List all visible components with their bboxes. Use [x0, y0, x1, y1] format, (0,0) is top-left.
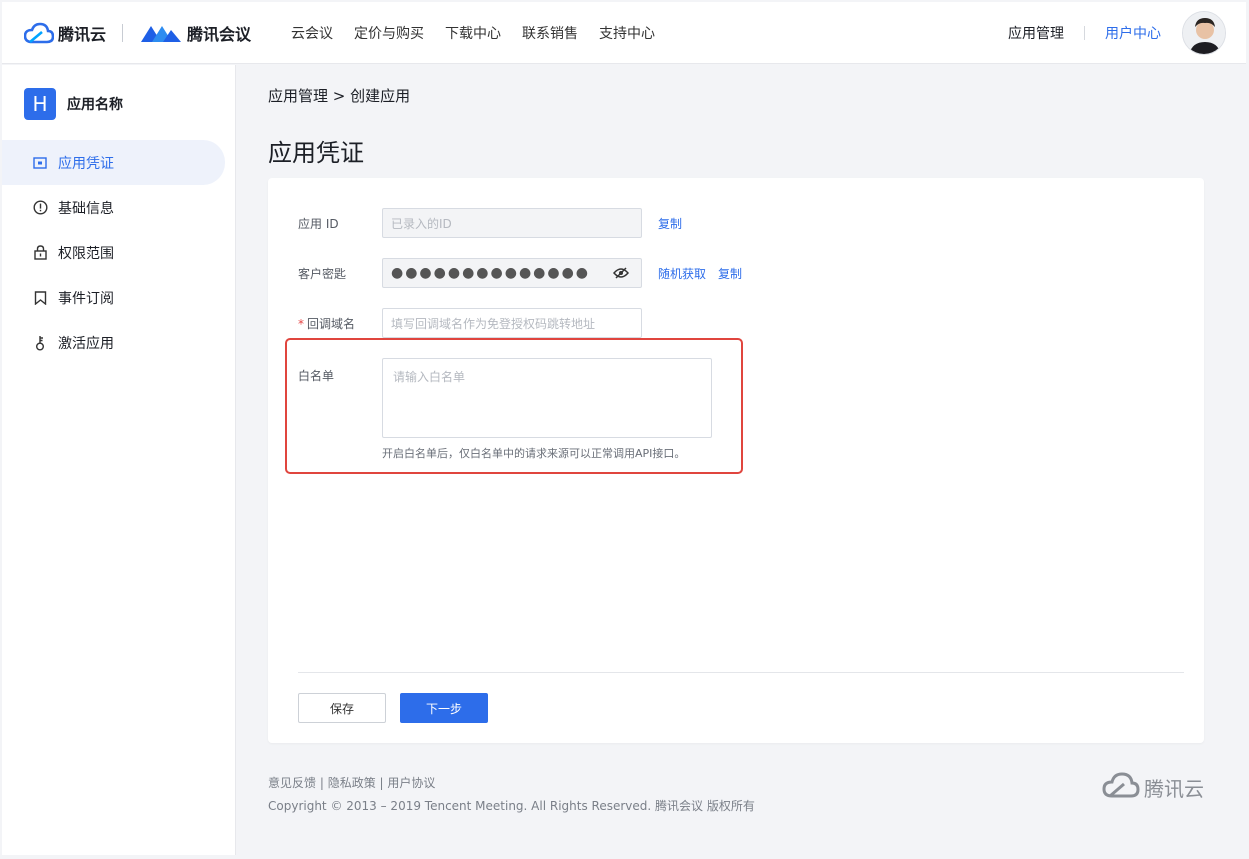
footer-link-separator: |: [375, 776, 388, 790]
credentials-card: 应用 ID 已录入的ID 复制 客户密匙 ●●●●●●●●●●●●●● 随机获取…: [268, 178, 1204, 743]
footer-link-privacy[interactable]: 隐私政策: [328, 776, 376, 790]
sidebar-item-basic-info[interactable]: 基础信息: [2, 185, 235, 230]
nav-cloud-meeting[interactable]: 云会议: [291, 23, 333, 43]
top-nav: 云会议 定价与购买 下载中心 联系销售 支持中心: [291, 23, 676, 43]
redirect-label: * 回调域名: [298, 315, 382, 332]
sidebar: H 应用名称 应用凭证 基础信息 权限范围 事件订阅 激活应用: [2, 65, 236, 855]
next-step-button[interactable]: 下一步: [400, 693, 488, 723]
app-id-field[interactable]: 已录入的ID: [382, 208, 642, 238]
sidebar-item-label: 事件订阅: [58, 290, 114, 307]
app-title: H 应用名称: [24, 88, 235, 120]
top-header: 腾讯云 腾讯会议 云会议 定价与购买 下载中心 联系销售 支持中心 应用管理 用…: [2, 2, 1246, 64]
whitelist-highlight-box: [285, 338, 743, 474]
sidebar-item-permissions[interactable]: 权限范围: [2, 230, 235, 275]
app-name: 应用名称: [67, 97, 123, 113]
app-id-row: 应用 ID 已录入的ID 复制: [298, 208, 682, 238]
sidebar-item-activate-app[interactable]: 激活应用: [2, 320, 235, 365]
key-icon: [32, 335, 48, 351]
redirect-input[interactable]: 填写回调域名作为免登授权码跳转地址: [382, 308, 642, 338]
sidebar-item-credentials[interactable]: 应用凭证: [2, 140, 225, 185]
user-center-link[interactable]: 用户中心: [1105, 23, 1161, 43]
secret-label: 客户密匙: [298, 266, 347, 281]
bookmark-icon: [32, 290, 48, 306]
app-badge: H: [24, 88, 56, 120]
avatar[interactable]: [1182, 10, 1226, 55]
tencent-cloud-footer-icon: [1102, 771, 1140, 803]
required-mark: *: [298, 316, 304, 331]
app-id-placeholder: 已录入的ID: [391, 216, 452, 231]
info-circle-icon: [32, 200, 48, 216]
nav-download[interactable]: 下载中心: [445, 23, 501, 43]
tencent-cloud-brand-text: 腾讯云: [58, 24, 107, 44]
app-id-label: 应用 ID: [298, 216, 339, 231]
copy-app-id-link[interactable]: 复制: [658, 215, 682, 232]
copy-secret-link[interactable]: 复制: [718, 265, 742, 282]
eye-off-icon[interactable]: [613, 267, 629, 279]
page-title: 应用凭证: [268, 139, 364, 167]
tencent-meeting-brand-text: 腾讯会议: [187, 24, 252, 44]
sidebar-item-label: 权限范围: [58, 245, 114, 262]
lock-icon: [32, 245, 48, 261]
footer-logo: 腾讯云: [1102, 771, 1204, 803]
breadcrumb: 应用管理 > 创建应用: [268, 87, 411, 105]
save-button[interactable]: 保存: [298, 693, 386, 723]
nav-contact-sales[interactable]: 联系销售: [522, 23, 578, 43]
footer-link-terms[interactable]: 用户协议: [387, 776, 435, 790]
footer-copyright: Copyright © 2013 – 2019 Tencent Meeting.…: [268, 799, 755, 813]
redirect-row: * 回调域名 填写回调域名作为免登授权码跳转地址: [298, 308, 642, 338]
form-divider: [298, 672, 1184, 673]
app-manage-link[interactable]: 应用管理: [1008, 23, 1064, 43]
nav-support[interactable]: 支持中心: [599, 23, 655, 43]
sidebar-item-label: 激活应用: [58, 335, 114, 352]
footer-link-separator: |: [316, 776, 328, 790]
credential-icon: [32, 155, 48, 171]
sidebar-item-event-subscription[interactable]: 事件订阅: [2, 275, 235, 320]
random-secret-link[interactable]: 随机获取: [658, 265, 706, 282]
footer-link-feedback[interactable]: 意见反馈: [268, 776, 316, 790]
sidebar-item-label: 基础信息: [58, 200, 114, 217]
redirect-placeholder: 填写回调域名作为免登授权码跳转地址: [391, 316, 596, 331]
brand[interactable]: 腾讯云 腾讯会议: [24, 21, 251, 45]
secret-row: 客户密匙 ●●●●●●●●●●●●●● 随机获取 复制: [298, 258, 742, 288]
brand-divider: [122, 23, 124, 42]
header-divider: [1084, 25, 1085, 40]
header-right: 应用管理 用户中心: [1008, 10, 1246, 55]
redirect-label-text: 回调域名: [307, 316, 356, 331]
secret-field[interactable]: ●●●●●●●●●●●●●●: [382, 258, 642, 288]
tencent-meeting-logo-icon: [139, 22, 183, 44]
footer-links: 意见反馈 | 隐私政策 | 用户协议: [268, 774, 435, 791]
secret-value: ●●●●●●●●●●●●●●: [391, 265, 591, 281]
nav-pricing[interactable]: 定价与购买: [354, 23, 424, 43]
sidebar-item-label: 应用凭证: [58, 155, 114, 172]
footer-logo-text: 腾讯云: [1144, 776, 1204, 801]
side-menu: 应用凭证 基础信息 权限范围 事件订阅 激活应用: [2, 140, 235, 365]
tencent-cloud-logo-icon: [24, 22, 54, 44]
